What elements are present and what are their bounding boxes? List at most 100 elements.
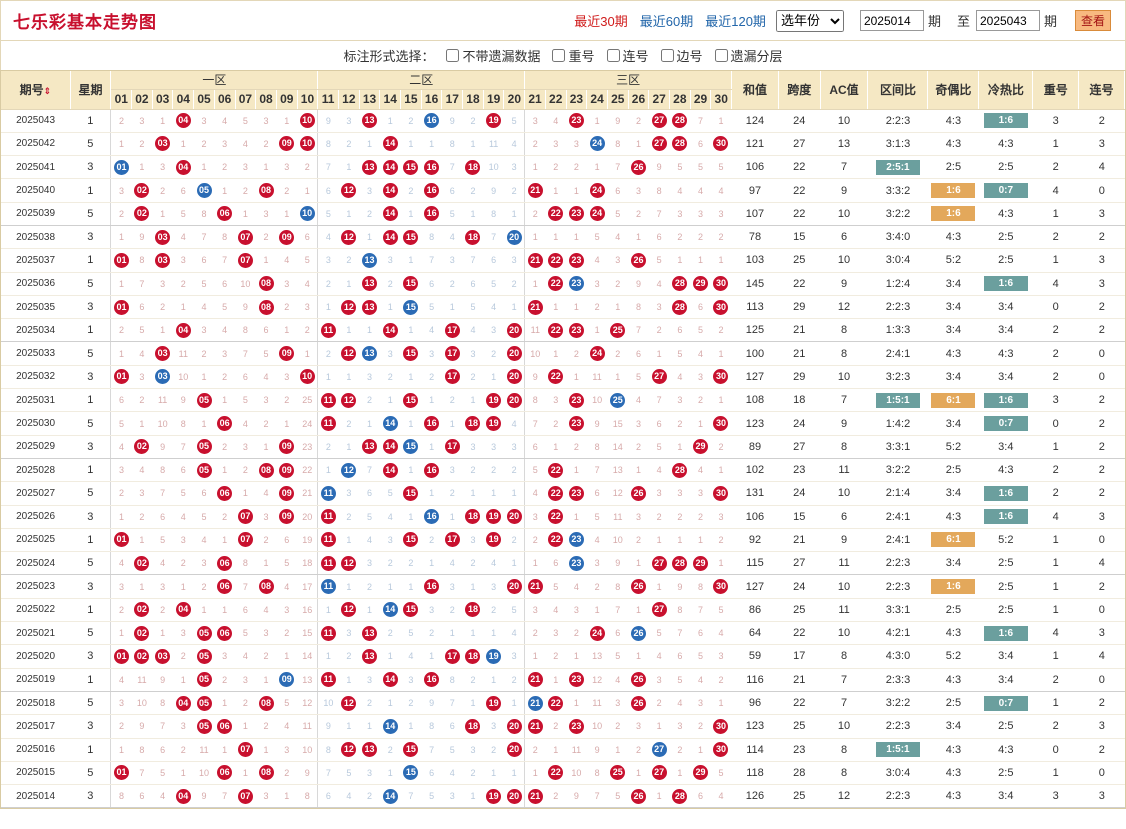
period-cell[interactable]: 2025041 [1, 155, 71, 180]
hot-cold-cell-badge: 1:6 [983, 392, 1028, 408]
drawn-ball: 23 [568, 206, 584, 222]
period-cell[interactable]: 2025034 [1, 318, 71, 343]
omission-cell: 7 [524, 411, 546, 436]
period-cell[interactable]: 2025014 [1, 784, 71, 809]
omission-cell: 3 [421, 598, 442, 623]
to-period-input[interactable] [975, 10, 1040, 31]
number-cell: 21 [524, 668, 546, 692]
omission-cell: 2 [690, 714, 711, 739]
period-cell[interactable]: 2025039 [1, 202, 71, 226]
option-checkbox[interactable] [606, 49, 620, 62]
option-checkbox[interactable] [660, 49, 674, 62]
omission-cell: 5 [235, 621, 256, 646]
number-cell: 15 [400, 155, 422, 180]
period-cell[interactable]: 2025029 [1, 435, 71, 459]
period-cell[interactable]: 2025019 [1, 668, 71, 692]
omission-cell: 7 [193, 225, 215, 250]
omission-cell: 1 [545, 178, 567, 203]
hot-cold-cell: 1:6 [978, 481, 1033, 506]
zone-ratio-cell: 2:4:1 [867, 528, 928, 553]
hot-cold-cell: 5:2 [978, 528, 1033, 553]
omission-cell: 1 [566, 458, 587, 483]
period-cell[interactable]: 2025018 [1, 691, 71, 716]
omission-cell: 1 [235, 202, 256, 226]
option-omission-layer[interactable]: 遗漏分层 [714, 46, 783, 65]
number-cell: 21 [524, 248, 546, 273]
period-cell[interactable]: 2025015 [1, 761, 71, 786]
period-cell[interactable]: 2025028 [1, 458, 71, 483]
consecutive-cell: 3 [1078, 248, 1125, 273]
period-120-link[interactable]: 最近120期 [705, 11, 766, 30]
period-cell[interactable]: 2025035 [1, 295, 71, 320]
number-cell: 09 [276, 668, 298, 692]
option-checkbox[interactable] [714, 49, 728, 62]
option-checkbox[interactable] [446, 49, 460, 62]
number-cell: 19 [483, 644, 504, 669]
period-cell[interactable]: 2025040 [1, 178, 71, 203]
period-cell[interactable]: 2025017 [1, 714, 71, 739]
omission-cell: 25 [297, 388, 318, 413]
drawn-ball: 24 [589, 183, 605, 199]
drawn-ball: 08 [258, 765, 274, 781]
period-cell[interactable]: 2025032 [1, 365, 71, 390]
number-header-12: 12 [338, 89, 360, 110]
omission-cell: 3 [503, 248, 525, 273]
option-no-omission[interactable]: 不带遗漏数据 [446, 46, 540, 65]
omission-cell: 3 [628, 178, 649, 203]
option-edge[interactable]: 边号 [660, 46, 703, 65]
period-cell[interactable]: 2025021 [1, 621, 71, 646]
omission-cell: 2 [441, 272, 463, 296]
year-select[interactable]: 选年份 [775, 9, 844, 32]
number-cell: 26 [628, 155, 649, 180]
odd-even-cell-badge: 6:1 [931, 392, 976, 408]
period-cell[interactable]: 2025033 [1, 341, 71, 366]
period-cell[interactable]: 2025030 [1, 411, 71, 436]
from-period-input[interactable] [859, 10, 924, 31]
period-cell[interactable]: 2025038 [1, 225, 71, 250]
period-cell[interactable]: 2025025 [1, 528, 71, 553]
period-cell[interactable]: 2025042 [1, 132, 71, 157]
omission-cell: 11 [566, 738, 587, 762]
period-cell[interactable]: 2025023 [1, 574, 71, 599]
period-cell[interactable]: 2025022 [1, 598, 71, 623]
period-cell[interactable]: 2025024 [1, 551, 71, 576]
ac-cell: 11 [819, 458, 868, 483]
period-cell[interactable]: 2025043 [1, 109, 71, 133]
number-cell: 11 [317, 621, 339, 646]
omission-cell: 6 [421, 272, 442, 296]
col-period-header[interactable]: 期号⇕ [1, 71, 71, 110]
period-cell[interactable]: 2025026 [1, 505, 71, 529]
number-cell: 06 [214, 761, 236, 786]
omission-cell: 3 [338, 109, 360, 133]
omission-cell: 1 [255, 551, 277, 576]
odd-even-cell: 4:3 [927, 132, 979, 157]
drawn-ball: 30 [713, 299, 729, 315]
period-cell[interactable]: 2025027 [1, 481, 71, 506]
period-cell[interactable]: 2025020 [1, 644, 71, 669]
period-cell[interactable]: 2025016 [1, 738, 71, 762]
span-cell: 18 [777, 388, 821, 413]
period-cell[interactable]: 2025036 [1, 272, 71, 296]
period-cell[interactable]: 2025037 [1, 248, 71, 273]
zone-ratio-cell: 2:2:3 [867, 295, 928, 320]
period-30-link[interactable]: 最近30期 [574, 11, 627, 30]
special-ball: 11 [320, 579, 336, 595]
period-cell[interactable]: 2025031 [1, 388, 71, 413]
option-checkbox[interactable] [552, 49, 566, 62]
sum-cell: 116 [731, 668, 779, 692]
drawn-ball: 17 [444, 439, 460, 455]
omission-cell: 4 [607, 668, 629, 692]
period-60-link[interactable]: 最近60期 [640, 11, 693, 30]
omission-cell: 3 [359, 668, 380, 692]
omission-cell: 7 [441, 155, 463, 180]
view-button[interactable]: 查看 [1074, 10, 1111, 31]
omission-cell: 4 [628, 388, 649, 413]
sum-cell: 100 [731, 341, 779, 366]
number-cell: 13 [359, 295, 380, 320]
omission-cell: 2 [462, 551, 484, 576]
option-repeat[interactable]: 重号 [552, 46, 595, 65]
option-consecutive[interactable]: 连号 [606, 46, 649, 65]
omission-cell: 10 [607, 528, 629, 553]
drawn-ball: 12 [341, 742, 357, 758]
number-cell: 26 [628, 621, 649, 646]
